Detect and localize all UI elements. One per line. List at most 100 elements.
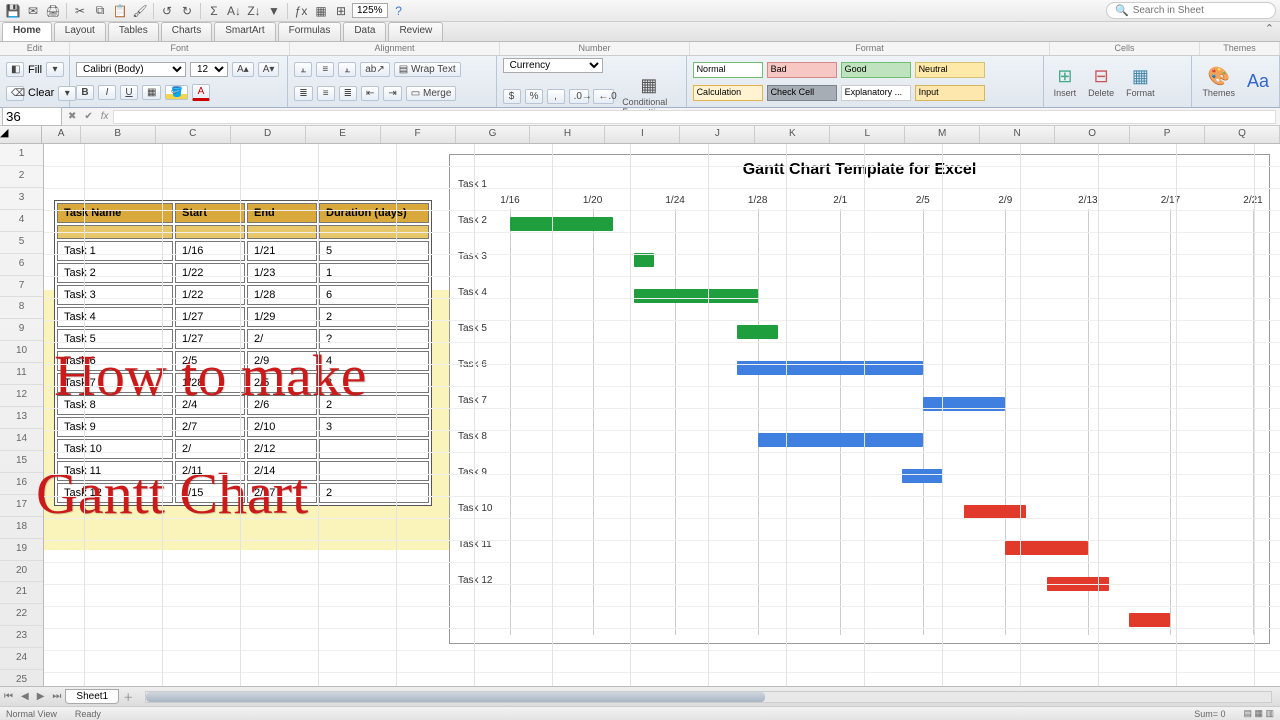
underline-button[interactable]: U — [120, 85, 138, 100]
increase-font-icon[interactable]: A▴ — [232, 62, 254, 77]
column-header[interactable]: H — [530, 126, 605, 143]
filter-icon[interactable]: ▼ — [265, 2, 283, 20]
column-header[interactable]: I — [605, 126, 680, 143]
row-header[interactable]: 22 — [0, 604, 43, 626]
column-header[interactable]: O — [1055, 126, 1130, 143]
column-header[interactable]: A — [42, 126, 80, 143]
column-header[interactable]: Q — [1205, 126, 1280, 143]
border-icon[interactable]: ▦ — [142, 85, 161, 100]
row-header[interactable]: 8 — [0, 297, 43, 319]
comma-icon[interactable]: , — [547, 89, 565, 104]
sheet-nav-last-icon[interactable]: ⏭ — [48, 691, 65, 702]
wrap-text-button[interactable]: ▤ Wrap Text — [394, 62, 461, 77]
column-header[interactable]: D — [231, 126, 306, 143]
delete-cells-button[interactable]: ⊟Delete — [1084, 64, 1118, 100]
cell-grid[interactable]: Task NameStartEndDuration (days) Task 11… — [44, 144, 1280, 692]
save-icon[interactable]: 💾 — [4, 2, 22, 20]
cell-style-swatch[interactable]: Explanatory ... — [841, 85, 911, 101]
column-header[interactable]: J — [680, 126, 755, 143]
column-header[interactable]: N — [980, 126, 1055, 143]
tab-charts[interactable]: Charts — [161, 22, 212, 41]
cell-style-swatch[interactable]: Normal — [693, 62, 763, 78]
tab-home[interactable]: Home — [2, 22, 52, 41]
column-header[interactable]: E — [306, 126, 381, 143]
select-all-corner[interactable]: ◢ — [0, 126, 42, 143]
layout-buttons[interactable]: ▤ ▦ ▥ — [1243, 708, 1274, 719]
column-header[interactable]: C — [156, 126, 231, 143]
row-header[interactable]: 10 — [0, 341, 43, 363]
number-format-select[interactable]: Currency — [503, 58, 603, 73]
search-box[interactable]: 🔍 — [1106, 2, 1276, 19]
align-left-icon[interactable]: ≣ — [294, 86, 312, 101]
tab-data[interactable]: Data — [343, 22, 386, 41]
decrease-font-icon[interactable]: A▾ — [258, 62, 280, 77]
zoom-select[interactable]: 125% — [352, 3, 388, 18]
fill-dropdown-icon[interactable]: ▾ — [46, 62, 64, 77]
copy-icon[interactable]: ⧉ — [91, 2, 109, 20]
help-icon[interactable]: ? — [390, 2, 408, 20]
row-header[interactable]: 4 — [0, 210, 43, 232]
italic-button[interactable]: I — [98, 85, 116, 100]
column-header[interactable]: F — [381, 126, 456, 143]
add-sheet-icon[interactable]: ＋ — [119, 689, 137, 704]
align-top-icon[interactable]: ⫠ — [294, 62, 312, 77]
tab-layout[interactable]: Layout — [54, 22, 106, 41]
sheet-tab[interactable]: Sheet1 — [65, 689, 119, 704]
font-color-icon[interactable]: A — [192, 84, 210, 101]
row-header[interactable]: 19 — [0, 539, 43, 561]
cell-style-swatch[interactable]: Bad — [767, 62, 837, 78]
align-center-icon[interactable]: ≡ — [317, 86, 335, 101]
format-cells-button[interactable]: ▦Format — [1122, 64, 1159, 100]
column-header[interactable]: P — [1130, 126, 1205, 143]
align-middle-icon[interactable]: ≡ — [316, 62, 334, 77]
merge-button[interactable]: ▭ Merge — [406, 86, 457, 101]
sort-desc-icon[interactable]: Z↓ — [245, 2, 263, 20]
row-header[interactable]: 2 — [0, 166, 43, 188]
autosum-icon[interactable]: Σ — [205, 2, 223, 20]
orientation-icon[interactable]: ab↗ — [360, 62, 390, 77]
row-header[interactable]: 15 — [0, 451, 43, 473]
tab-smartart[interactable]: SmartArt — [214, 22, 275, 41]
cell-style-swatch[interactable]: Calculation — [693, 85, 763, 101]
indent-inc-icon[interactable]: ⇥ — [383, 86, 401, 101]
row-header[interactable]: 24 — [0, 648, 43, 670]
row-header[interactable]: 14 — [0, 429, 43, 451]
align-right-icon[interactable]: ≣ — [339, 86, 357, 101]
tab-formulas[interactable]: Formulas — [278, 22, 342, 41]
percent-icon[interactable]: % — [525, 89, 543, 104]
currency-icon[interactable]: $ — [503, 89, 521, 104]
cancel-formula-icon[interactable]: ✖ — [64, 111, 80, 122]
row-header[interactable]: 11 — [0, 363, 43, 385]
tab-review[interactable]: Review — [388, 22, 443, 41]
row-header[interactable]: 5 — [0, 232, 43, 254]
paste-icon[interactable]: 📋 — [111, 2, 129, 20]
column-header[interactable]: L — [830, 126, 905, 143]
font-size-select[interactable]: 12 — [190, 62, 228, 77]
formula-input[interactable] — [113, 110, 1276, 124]
row-header[interactable]: 20 — [0, 561, 43, 583]
column-header[interactable]: G — [456, 126, 531, 143]
column-header[interactable]: M — [905, 126, 980, 143]
print-icon[interactable]: 🖨 — [44, 2, 62, 20]
undo-icon[interactable]: ↺ — [158, 2, 176, 20]
row-header[interactable]: 23 — [0, 626, 43, 648]
clear-icon[interactable]: ⌫ — [6, 86, 24, 101]
toggle-icon[interactable]: ▦ — [312, 2, 330, 20]
row-header[interactable]: 12 — [0, 385, 43, 407]
sort-asc-icon[interactable]: A↓ — [225, 2, 243, 20]
redo-icon[interactable]: ↻ — [178, 2, 196, 20]
indent-dec-icon[interactable]: ⇤ — [361, 86, 379, 101]
bold-button[interactable]: B — [76, 85, 94, 100]
row-header[interactable]: 9 — [0, 319, 43, 341]
cell-style-swatch[interactable]: Check Cell — [767, 85, 837, 101]
column-header[interactable]: B — [81, 126, 156, 143]
column-header[interactable]: K — [755, 126, 830, 143]
theme-fonts-button[interactable]: Aa — [1243, 69, 1273, 94]
show-hide-icon[interactable]: ⊞ — [332, 2, 350, 20]
name-box[interactable] — [2, 107, 62, 126]
fill-icon[interactable]: ◧ — [6, 62, 24, 77]
row-header[interactable]: 1 — [0, 144, 43, 166]
row-header[interactable]: 7 — [0, 276, 43, 298]
row-header[interactable]: 21 — [0, 582, 43, 604]
row-header[interactable]: 17 — [0, 495, 43, 517]
